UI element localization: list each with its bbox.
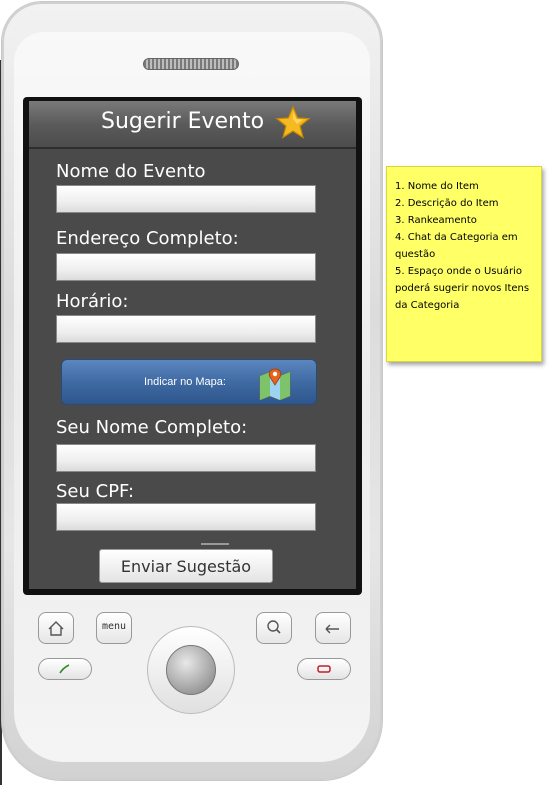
event-name-label: Nome do Evento xyxy=(56,161,206,182)
trackball[interactable] xyxy=(166,645,216,695)
note-line: 3. Rankeamento xyxy=(395,215,477,226)
submit-suggestion-label: Enviar Sugestão xyxy=(120,557,252,576)
note-line: 4. Chat da Categoria em questão xyxy=(395,232,518,260)
call-button[interactable] xyxy=(38,658,92,680)
back-arrow-icon xyxy=(325,624,339,634)
address-label: Endereço Completo: xyxy=(56,228,239,249)
time-input[interactable] xyxy=(56,315,316,343)
show-on-map-button[interactable]: Indicar no Mapa: xyxy=(61,359,317,405)
home-icon xyxy=(48,621,64,636)
annotation-note: 1. Nome do Item 2. Descrição do Item 3. … xyxy=(386,166,542,362)
menu-button-label: menu xyxy=(101,621,127,632)
end-call-icon xyxy=(317,665,331,673)
cpf-input[interactable] xyxy=(56,503,316,531)
app-screen: Sugerir Evento Nome do Evento Endereço C… xyxy=(29,101,356,589)
home-button[interactable] xyxy=(38,612,74,644)
end-call-button[interactable] xyxy=(297,658,351,680)
full-name-label: Seu Nome Completo: xyxy=(56,417,248,438)
scroll-indicator xyxy=(201,543,229,545)
note-line: 2. Descrição do Item xyxy=(395,198,499,209)
note-line: 1. Nome do Item xyxy=(395,181,479,192)
show-on-map-label: Indicar no Mapa: xyxy=(144,376,226,388)
speaker-grille xyxy=(143,58,239,70)
cpf-label: Seu CPF: xyxy=(56,481,135,502)
map-pin-icon xyxy=(259,368,291,400)
back-button[interactable] xyxy=(315,612,351,644)
search-button[interactable] xyxy=(256,612,292,644)
title-bar: Sugerir Evento xyxy=(29,101,356,149)
search-icon xyxy=(267,620,281,634)
star-icon xyxy=(275,105,311,139)
full-name-input[interactable] xyxy=(56,444,316,472)
menu-button[interactable]: menu xyxy=(96,612,132,644)
address-input[interactable] xyxy=(56,253,316,281)
page-title: Sugerir Evento xyxy=(101,109,265,134)
call-icon xyxy=(59,664,70,674)
time-label: Horário: xyxy=(56,291,129,312)
event-name-input[interactable] xyxy=(56,185,316,213)
submit-suggestion-button[interactable]: Enviar Sugestão xyxy=(99,549,273,583)
note-line: 5. Espaço onde o Usuário poderá sugerir … xyxy=(395,266,530,311)
